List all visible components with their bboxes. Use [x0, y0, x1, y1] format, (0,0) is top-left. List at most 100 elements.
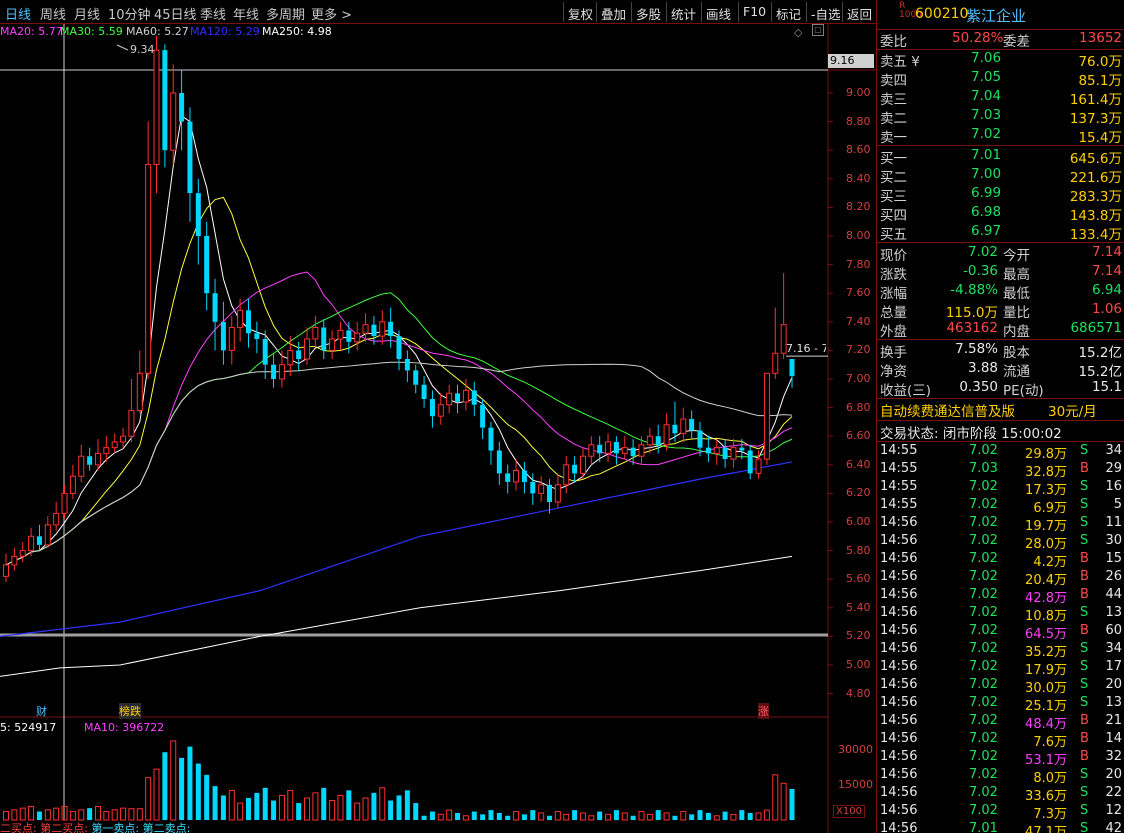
tick-count: 13 — [1105, 605, 1122, 620]
bid-row[interactable]: 买二 7.00 221.6万 — [877, 166, 1124, 186]
stats-button[interactable]: 统计 — [666, 2, 700, 22]
tick-time: 14:56 — [880, 713, 918, 728]
quote-label-2: 最高 — [1003, 267, 1030, 283]
bid-row[interactable]: 买五 6.97 133.4万 — [877, 223, 1124, 243]
tick-price: 7.02 — [969, 551, 998, 566]
candle-body — [111, 441, 118, 449]
bid-row[interactable]: 买一 7.01 645.6万 — [877, 147, 1124, 167]
promo-row[interactable]: 自动续费通达信普及版 30元/月 — [877, 400, 1124, 420]
tab-quarterly[interactable]: 季线 — [200, 4, 226, 23]
finance-label-2: 流通 — [1003, 364, 1030, 380]
finance-label: 收益(三) — [880, 383, 932, 399]
volume-bar — [496, 812, 502, 820]
diamond-icon[interactable]: ◇ — [794, 26, 802, 39]
volume-bar — [204, 774, 210, 820]
volume-bar — [780, 782, 787, 821]
tick-direction: B — [1080, 551, 1089, 566]
tick-time: 14:56 — [880, 731, 918, 746]
tab-daily[interactable]: 日线 — [5, 4, 31, 23]
candle-body — [630, 447, 636, 457]
candle-body — [153, 49, 160, 166]
volume-bar — [19, 807, 26, 821]
tab-monthly[interactable]: 月线 — [74, 4, 100, 23]
tab-yearly[interactable]: 年线 — [233, 4, 259, 23]
candle-body — [530, 481, 536, 494]
tick-price: 7.02 — [969, 443, 998, 458]
volume-bar — [44, 809, 51, 821]
bid-row[interactable]: 买四 6.98 143.8万 — [877, 204, 1124, 224]
ask-label: 卖四 — [880, 73, 907, 89]
tick-direction: S — [1080, 695, 1089, 710]
volume-bar — [396, 795, 402, 820]
volume-bar — [429, 811, 435, 820]
candle-body — [388, 321, 394, 337]
ask-row[interactable]: 卖二 7.03 137.3万 — [877, 107, 1124, 127]
price-tick-label: 7.20 — [846, 343, 871, 357]
tab-45day[interactable]: 45日线 — [154, 4, 197, 23]
volume-bar — [254, 792, 260, 820]
promo-price[interactable]: 30元/月 — [1048, 400, 1097, 420]
stock-name[interactable]: 紫江企业 — [966, 5, 1026, 26]
finance-value: 3.88 — [967, 360, 998, 376]
event-rank-marker[interactable]: 榜跌 — [119, 703, 141, 719]
tick-row: 14:56 7.02 7.6万 B 14 — [877, 731, 1124, 750]
tick-direction: B — [1080, 461, 1089, 476]
fq-button[interactable]: 复权 — [563, 2, 597, 22]
tick-direction: S — [1080, 677, 1089, 692]
price-tick-label: 5.80 — [846, 543, 871, 557]
add-watchlist-button[interactable]: -自选 — [806, 2, 845, 22]
price-tick-label: 7.80 — [846, 257, 871, 271]
stock-code[interactable]: 600210 — [915, 6, 968, 22]
tick-count: 60 — [1105, 623, 1122, 638]
tick-price: 7.02 — [969, 695, 998, 710]
ask-row[interactable]: 卖五 ¥ 7.06 76.0万 — [877, 50, 1124, 70]
overlay-button[interactable]: 叠加 — [596, 2, 630, 22]
tick-count: 11 — [1105, 515, 1122, 530]
ask-row[interactable]: 卖一 7.02 15.4万 — [877, 126, 1124, 146]
volume-bar — [739, 810, 745, 820]
ma120-legend: MA120: 5.29 — [190, 25, 260, 38]
tick-direction: S — [1080, 443, 1089, 458]
tab-more[interactable]: 更多 > — [311, 4, 352, 23]
quote-value-2: 686571 — [1070, 320, 1122, 336]
maximize-icon[interactable]: ▢ — [812, 24, 824, 36]
tick-price: 7.02 — [969, 803, 998, 818]
volume-bar — [136, 808, 143, 821]
candle-body — [763, 372, 770, 460]
price-tick-label: 8.20 — [846, 200, 871, 214]
signal-buy-second: 第二买点: — [40, 822, 88, 833]
f10-button[interactable]: F10 — [738, 2, 770, 22]
tab-multi-period[interactable]: 多周期 — [266, 4, 305, 23]
tick-price: 7.01 — [969, 821, 998, 833]
multi-stock-button[interactable]: 多股 — [631, 2, 665, 22]
tick-count: 22 — [1105, 785, 1122, 800]
tick-price: 7.02 — [969, 623, 998, 638]
tick-direction: B — [1080, 713, 1089, 728]
ask-row[interactable]: 卖四 7.05 85.1万 — [877, 69, 1124, 89]
tick-volume: 17.3万 — [1025, 483, 1067, 498]
tick-time: 14:56 — [880, 641, 918, 656]
quote-label-2: 量比 — [1003, 305, 1030, 321]
candle-body — [421, 384, 427, 400]
kline-chart[interactable]: MA20: 5.77 MA30: 5.59 MA60: 5.27 MA120: … — [0, 24, 876, 833]
tab-10min[interactable]: 10分钟 — [108, 4, 151, 23]
back-button[interactable]: 返回 — [842, 2, 876, 22]
mark-button[interactable]: 标记 — [771, 2, 805, 22]
tick-volume: 64.5万 — [1025, 627, 1067, 642]
bid-label: 买三 — [880, 189, 907, 205]
ma30-legend: MA30: 5.59 — [60, 25, 123, 38]
promo-text[interactable]: 自动续费通达信普及版 — [880, 400, 1015, 420]
tab-weekly[interactable]: 周线 — [40, 4, 66, 23]
bid-volume: 133.4万 — [1069, 227, 1122, 243]
price-tick-label: 5.40 — [846, 600, 871, 614]
bid-row[interactable]: 买三 6.99 283.3万 — [877, 185, 1124, 205]
event-limit-up-marker[interactable]: 涨 — [758, 703, 769, 719]
bid-volume: 143.8万 — [1069, 208, 1122, 224]
event-finance-marker[interactable]: 财 — [36, 703, 47, 719]
tick-row: 14:56 7.02 4.2万 B 15 — [877, 551, 1124, 570]
ask-row[interactable]: 卖三 7.04 161.4万 — [877, 88, 1124, 108]
draw-button[interactable]: 画线 — [701, 2, 735, 22]
finance-value-2: 15.1 — [1091, 379, 1122, 395]
finance-value: 7.58% — [955, 341, 998, 357]
candle-body — [329, 338, 336, 351]
